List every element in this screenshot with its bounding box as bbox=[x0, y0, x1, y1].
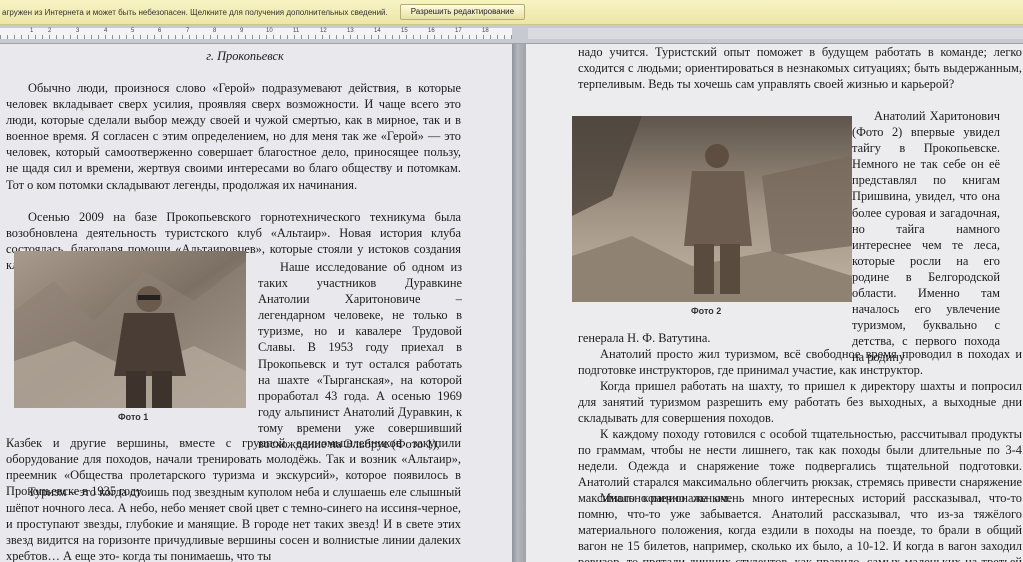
paragraph: Анатолий Харитонович (Фото 2) впервые ув… bbox=[852, 109, 1000, 365]
hiker-photo-icon bbox=[572, 116, 852, 302]
ruler-number: 10 bbox=[266, 28, 273, 34]
ruler-number: 3 bbox=[76, 28, 80, 34]
paragraph: генерала Н. Ф. Ватутина. bbox=[578, 331, 711, 345]
paragraph: Туризм – это когда стоишь под звездным к… bbox=[6, 485, 461, 562]
ruler-number: 12 bbox=[320, 28, 327, 34]
ruler-number: 14 bbox=[374, 28, 381, 34]
ruler-number: 5 bbox=[131, 28, 135, 34]
ruler-number: 4 bbox=[104, 28, 108, 34]
security-infobar[interactable]: агружен из Интернета и может быть небезо… bbox=[0, 0, 1023, 25]
paragraph: надо учится. Туристский опыт поможет в б… bbox=[578, 45, 1022, 92]
document-page-left[interactable]: г. Прокопьевск Обычно люди, произнося сл… bbox=[0, 44, 512, 562]
infobar-message[interactable]: агружен из Интернета и может быть небезо… bbox=[0, 8, 388, 17]
paragraph: Анатолий просто жил туризмом, всё свобод… bbox=[578, 347, 1022, 378]
document-page-right[interactable]: надо учится. Туристский опыт поможет в б… bbox=[526, 44, 1023, 562]
ruler-number: 9 bbox=[240, 28, 244, 34]
ruler-number: 8 bbox=[213, 28, 217, 34]
climber-photo-icon bbox=[14, 251, 246, 408]
paragraph: Наше исследование об одном из таких учас… bbox=[258, 260, 462, 452]
page-gutter bbox=[512, 44, 526, 562]
photo-1-caption: Фото 1 bbox=[118, 412, 149, 422]
ruler-number: 11 bbox=[293, 28, 300, 34]
ruler-number: 18 bbox=[482, 28, 489, 34]
paragraph: Когда пришел работать на шахту, то прише… bbox=[578, 379, 1022, 426]
ruler-strip: 1 2 3 4 5 6 7 8 9 10 11 12 13 14 15 16 1… bbox=[0, 25, 1023, 44]
ruler-number: 17 bbox=[455, 28, 462, 34]
ruler-number: 2 bbox=[48, 28, 52, 34]
enable-editing-button[interactable]: Разрешить редактирование bbox=[399, 4, 526, 20]
photo-2 bbox=[572, 116, 852, 302]
photo-2-caption: Фото 2 bbox=[691, 306, 722, 316]
ruler-number: 16 bbox=[428, 28, 435, 34]
ruler-number: 13 bbox=[347, 28, 354, 34]
ruler-number: 15 bbox=[401, 28, 408, 34]
horizontal-ruler[interactable]: 1 2 3 4 5 6 7 8 9 10 11 12 13 14 15 16 1… bbox=[0, 28, 512, 39]
ruler-number: 6 bbox=[158, 28, 162, 34]
page-heading: г. Прокопьевск bbox=[206, 49, 284, 63]
ruler-number: 7 bbox=[186, 28, 190, 34]
paragraph: Обычно люди, произнося слово «Герой» под… bbox=[6, 81, 461, 192]
photo-1 bbox=[14, 251, 246, 408]
ruler-right-section bbox=[528, 28, 1023, 39]
paragraph: Много конечно же очень много интересных … bbox=[578, 491, 1022, 562]
ruler-number: 1 bbox=[30, 28, 34, 34]
